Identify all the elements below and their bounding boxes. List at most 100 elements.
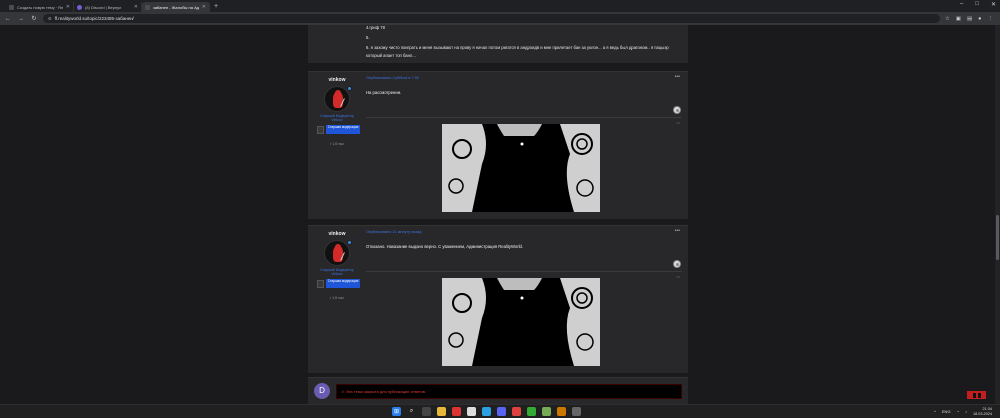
browser-tab-1[interactable]: Создать новую тему · RealityW... ✕ <box>6 2 74 12</box>
browser-toolbar: ← → ↻ ⚙ ff.realityworld.su/topic/223485-… <box>0 12 1000 25</box>
task-view-icon[interactable] <box>422 407 431 416</box>
discord-favicon-icon <box>77 4 82 10</box>
group-badge: Старшая модерация <box>326 279 360 288</box>
group-badge: Старшая модерация <box>326 125 360 134</box>
signature-options-icon[interactable]: ••• <box>676 121 680 125</box>
minimize-button[interactable]: – <box>960 1 963 8</box>
new-tab-button[interactable]: + <box>214 3 218 10</box>
previous-post-body: 4.гриф 78 5. 6. я захожу чисто поиграть … <box>308 25 688 63</box>
app-icon[interactable] <box>467 407 476 416</box>
app-icon[interactable] <box>527 407 536 416</box>
toolbar-icons: ☆ ▣ ▤ ● ⋮ <box>945 16 996 22</box>
reaction-icon[interactable] <box>673 260 681 268</box>
volume-icon[interactable]: ♪ <box>965 409 967 414</box>
tab-title: Создать новую тему · RealityW... <box>17 4 63 10</box>
signature-art <box>442 124 600 212</box>
app-icon[interactable] <box>557 407 566 416</box>
close-tab-icon[interactable]: ✕ <box>66 4 70 10</box>
file-explorer-icon[interactable] <box>437 407 446 416</box>
post-message: Отказано. Наказание выдано верно. С уваж… <box>366 244 524 249</box>
post-date[interactable]: Опубликовано 21 минуту назад <box>366 230 421 234</box>
role-subtitle: Vinkow <box>331 118 343 123</box>
topic-locked-notice: ⚠ Эта тема закрыта для публикации ответо… <box>336 384 682 399</box>
minecraft-icon[interactable] <box>542 407 551 416</box>
tray-chevron-icon[interactable]: ^ <box>934 409 936 414</box>
author-username[interactable]: vinkow <box>308 231 366 237</box>
avatar[interactable] <box>324 86 350 112</box>
site-favicon-icon <box>9 4 14 10</box>
online-status-icon <box>347 240 352 245</box>
reaction-icon[interactable] <box>673 106 681 114</box>
wifi-icon[interactable]: ◔ <box>957 409 959 414</box>
divider <box>366 117 682 118</box>
clock[interactable]: 21:34 18.03.2024 <box>973 407 992 416</box>
post-line: который апает топ банл... <box>366 53 416 58</box>
window-controls: – □ ✕ <box>960 1 996 8</box>
forum-post: vinkow Старший Модератор Vinkow Старшая … <box>308 71 688 219</box>
tab-title: (8) Discord | Вернул <box>85 4 122 10</box>
discord-icon[interactable] <box>497 407 506 416</box>
reputation-count: ▪ 1,5 тыс <box>330 296 344 300</box>
system-tray: ^ ENG ◔ ♪ 21:34 18.03.2024 <box>934 407 992 416</box>
extensions-icon[interactable]: ▣ <box>956 16 961 22</box>
role-subtitle: Vinkow <box>331 272 343 277</box>
author-role: Старший Модератор Vinkow <box>308 268 366 276</box>
author-badges: Старшая модерация <box>317 279 360 288</box>
post-options-button[interactable]: ••• <box>675 74 680 80</box>
overlay-widget[interactable] <box>967 391 986 399</box>
tab-title: забанен - Жалобы на Адми... <box>153 4 199 10</box>
rank-icon <box>317 125 324 134</box>
chrome-icon[interactable] <box>512 407 521 416</box>
back-icon[interactable]: ← <box>4 16 12 22</box>
forward-icon[interactable]: → <box>17 16 25 22</box>
site-info-icon[interactable]: ⚙ <box>48 16 52 21</box>
address-bar[interactable]: ⚙ ff.realityworld.su/topic/223485-забане… <box>43 14 940 23</box>
app-icon[interactable] <box>572 407 581 416</box>
avatar[interactable]: D <box>314 383 330 399</box>
scrollbar-thumb[interactable] <box>996 215 999 260</box>
browser-tab-3[interactable]: забанен - Жалобы на Адми... ✕ <box>142 2 210 12</box>
rank-icon <box>317 279 324 288</box>
post-options-button[interactable]: ••• <box>675 228 680 234</box>
post-author: vinkow Старший Модератор Vinkow Старшая … <box>308 226 366 373</box>
signature-options-icon[interactable]: ••• <box>676 275 680 279</box>
close-tab-icon[interactable]: ✕ <box>202 4 206 10</box>
avatar[interactable] <box>324 240 350 266</box>
close-window-button[interactable]: ✕ <box>991 1 996 8</box>
post-line: 4.гриф 78 <box>366 25 385 30</box>
app-icon[interactable] <box>452 407 461 416</box>
reload-icon[interactable]: ↻ <box>30 15 38 22</box>
maximize-button[interactable]: □ <box>975 1 979 8</box>
reputation-count: ▪ 1,5 тыс <box>330 142 344 146</box>
signature-image <box>442 278 600 366</box>
author-role: Старший Модератор Vinkow <box>308 114 366 122</box>
sidepanel-icon[interactable]: ▤ <box>967 16 972 22</box>
start-icon[interactable]: ⊞ <box>392 407 401 416</box>
forum-page: 4.гриф 78 5. 6. я захожу чисто поиграть … <box>0 25 1000 404</box>
search-icon[interactable]: ⌕ <box>407 407 416 416</box>
post-message: На рассмотрении. <box>366 90 402 95</box>
signature-image <box>442 124 600 212</box>
profile-icon[interactable]: ● <box>978 16 981 22</box>
divider <box>366 271 682 272</box>
forum-post: vinkow Старший Модератор Vinkow Старшая … <box>308 225 688 373</box>
post-line: 5. <box>366 35 370 40</box>
menu-icon[interactable]: ⋮ <box>988 16 994 22</box>
author-badges: Старшая модерация <box>317 125 360 134</box>
post-author: vinkow Старший Модератор Vinkow Старшая … <box>308 72 366 219</box>
post-line: 6. я захожу чисто поиграть и меня вызыва… <box>366 45 669 50</box>
taskbar-apps: ⊞ ⌕ <box>392 407 581 416</box>
browser-tab-2[interactable]: (8) Discord | Вернул ✕ <box>74 2 142 12</box>
reply-area: D ⚠ Эта тема закрыта для публикации отве… <box>308 377 688 404</box>
browser-tabbar: Создать новую тему · RealityW... ✕ (8) D… <box>0 0 1000 12</box>
address-text: ff.realityworld.su/topic/223485-забанен/ <box>54 16 134 21</box>
post-date[interactable]: Опубликовано Суббота в 7:30 <box>366 76 419 80</box>
telegram-icon[interactable] <box>482 407 491 416</box>
bookmark-star-icon[interactable]: ☆ <box>945 16 950 22</box>
windows-taskbar: ⊞ ⌕ ^ ENG ◔ ♪ 21:34 18.03.2024 <box>0 404 1000 418</box>
author-username[interactable]: vinkow <box>308 77 366 83</box>
signature-art <box>442 278 600 366</box>
online-status-icon <box>347 86 352 91</box>
language-indicator[interactable]: ENG <box>942 409 951 414</box>
close-tab-icon[interactable]: ✕ <box>134 4 138 10</box>
